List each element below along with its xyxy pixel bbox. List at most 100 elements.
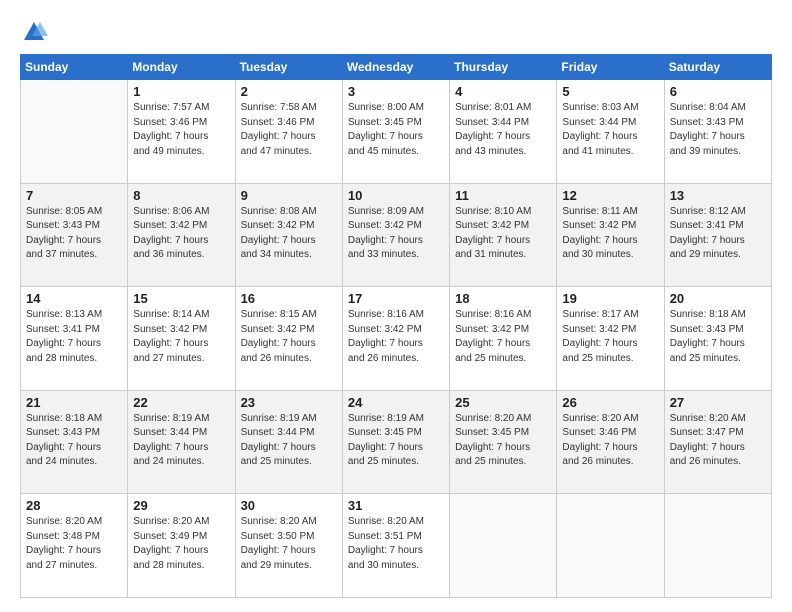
calendar-cell: 12 Sunrise: 8:11 AM Sunset: 3:42 PM Dayli…	[557, 183, 664, 287]
calendar-cell: 6 Sunrise: 8:04 AM Sunset: 3:43 PM Daylig…	[664, 80, 771, 184]
calendar-week-row: 14 Sunrise: 8:13 AM Sunset: 3:41 PM Dayli…	[21, 287, 772, 391]
day-number: 21	[26, 395, 122, 410]
day-number: 3	[348, 84, 444, 99]
calendar-cell: 1Sunrise: 7:57 AM Sunset: 3:46 PM Daylig…	[128, 80, 235, 184]
calendar-cell: 2 Sunrise: 7:58 AM Sunset: 3:46 PM Daylig…	[235, 80, 342, 184]
cell-info: Sunrise: 7:58 AM Sunset: 3:46 PM Dayligh…	[241, 101, 337, 159]
day-number: 27	[670, 395, 766, 410]
calendar-cell: 5Sunrise: 8:03 AM Sunset: 3:44 PM Daylig…	[557, 80, 664, 184]
day-number: 9	[241, 188, 337, 203]
cell-info: Sunrise: 8:13 AM Sunset: 3:41 PM Dayligh…	[26, 308, 122, 366]
calendar-cell: 21 Sunrise: 8:18 AM Sunset: 3:43 PM Dayli…	[21, 390, 128, 494]
day-number: 12	[562, 188, 658, 203]
calendar-header-row: SundayMondayTuesdayWednesdayThursdayFrid…	[21, 55, 772, 80]
cell-info: Sunrise: 8:20 AM Sunset: 3:49 PM Dayligh…	[133, 515, 229, 573]
cell-info: Sunrise: 8:18 AM Sunset: 3:43 PM Dayligh…	[26, 412, 122, 470]
cell-info: Sunrise: 8:20 AM Sunset: 3:50 PM Dayligh…	[241, 515, 337, 573]
calendar-cell: 8Sunrise: 8:06 AM Sunset: 3:42 PM Daylig…	[128, 183, 235, 287]
day-number: 4	[455, 84, 551, 99]
day-number: 7	[26, 188, 122, 203]
day-number: 29	[133, 498, 229, 513]
day-number: 14	[26, 291, 122, 306]
logo-icon	[20, 18, 48, 46]
day-number: 17	[348, 291, 444, 306]
calendar-cell: 3 Sunrise: 8:00 AM Sunset: 3:45 PM Daylig…	[342, 80, 449, 184]
day-number: 11	[455, 188, 551, 203]
day-header-sunday: Sunday	[21, 55, 128, 80]
cell-info: Sunrise: 8:20 AM Sunset: 3:51 PM Dayligh…	[348, 515, 444, 573]
cell-info: Sunrise: 8:20 AM Sunset: 3:46 PM Dayligh…	[562, 412, 658, 470]
calendar-cell	[557, 494, 664, 598]
cell-info: Sunrise: 8:20 AM Sunset: 3:45 PM Dayligh…	[455, 412, 551, 470]
calendar-cell: 23 Sunrise: 8:19 AM Sunset: 3:44 PM Dayli…	[235, 390, 342, 494]
cell-info: Sunrise: 8:11 AM Sunset: 3:42 PM Dayligh…	[562, 205, 658, 263]
calendar-cell: 28 Sunrise: 8:20 AM Sunset: 3:48 PM Dayli…	[21, 494, 128, 598]
cell-info: Sunrise: 8:00 AM Sunset: 3:45 PM Dayligh…	[348, 101, 444, 159]
day-number: 20	[670, 291, 766, 306]
calendar-cell	[450, 494, 557, 598]
day-number: 28	[26, 498, 122, 513]
header	[20, 18, 772, 46]
day-number: 30	[241, 498, 337, 513]
calendar-cell: 13 Sunrise: 8:12 AM Sunset: 3:41 PM Dayli…	[664, 183, 771, 287]
day-number: 6	[670, 84, 766, 99]
calendar-week-row: 1Sunrise: 7:57 AM Sunset: 3:46 PM Daylig…	[21, 80, 772, 184]
calendar-cell	[21, 80, 128, 184]
calendar-cell: 31 Sunrise: 8:20 AM Sunset: 3:51 PM Dayli…	[342, 494, 449, 598]
calendar-cell: 27 Sunrise: 8:20 AM Sunset: 3:47 PM Dayli…	[664, 390, 771, 494]
day-number: 31	[348, 498, 444, 513]
cell-info: Sunrise: 8:03 AM Sunset: 3:44 PM Dayligh…	[562, 101, 658, 159]
day-number: 16	[241, 291, 337, 306]
calendar-cell: 9Sunrise: 8:08 AM Sunset: 3:42 PM Daylig…	[235, 183, 342, 287]
calendar-cell: 11 Sunrise: 8:10 AM Sunset: 3:42 PM Dayli…	[450, 183, 557, 287]
day-number: 10	[348, 188, 444, 203]
calendar-cell: 10Sunrise: 8:09 AM Sunset: 3:42 PM Dayli…	[342, 183, 449, 287]
day-header-wednesday: Wednesday	[342, 55, 449, 80]
calendar-cell: 17 Sunrise: 8:16 AM Sunset: 3:42 PM Dayli…	[342, 287, 449, 391]
cell-info: Sunrise: 8:10 AM Sunset: 3:42 PM Dayligh…	[455, 205, 551, 263]
calendar-cell: 16 Sunrise: 8:15 AM Sunset: 3:42 PM Dayli…	[235, 287, 342, 391]
day-number: 25	[455, 395, 551, 410]
day-header-thursday: Thursday	[450, 55, 557, 80]
cell-info: Sunrise: 8:05 AM Sunset: 3:43 PM Dayligh…	[26, 205, 122, 263]
day-number: 19	[562, 291, 658, 306]
page: SundayMondayTuesdayWednesdayThursdayFrid…	[0, 0, 792, 612]
calendar-cell	[664, 494, 771, 598]
cell-info: Sunrise: 8:04 AM Sunset: 3:43 PM Dayligh…	[670, 101, 766, 159]
day-header-tuesday: Tuesday	[235, 55, 342, 80]
calendar-cell: 24Sunrise: 8:19 AM Sunset: 3:45 PM Dayli…	[342, 390, 449, 494]
cell-info: Sunrise: 8:06 AM Sunset: 3:42 PM Dayligh…	[133, 205, 229, 263]
cell-info: Sunrise: 8:01 AM Sunset: 3:44 PM Dayligh…	[455, 101, 551, 159]
day-number: 18	[455, 291, 551, 306]
calendar-week-row: 28 Sunrise: 8:20 AM Sunset: 3:48 PM Dayli…	[21, 494, 772, 598]
day-number: 13	[670, 188, 766, 203]
day-header-saturday: Saturday	[664, 55, 771, 80]
cell-info: Sunrise: 8:16 AM Sunset: 3:42 PM Dayligh…	[455, 308, 551, 366]
cell-info: Sunrise: 8:19 AM Sunset: 3:44 PM Dayligh…	[241, 412, 337, 470]
cell-info: Sunrise: 8:20 AM Sunset: 3:47 PM Dayligh…	[670, 412, 766, 470]
cell-info: Sunrise: 7:57 AM Sunset: 3:46 PM Dayligh…	[133, 101, 229, 159]
calendar-cell: 18 Sunrise: 8:16 AM Sunset: 3:42 PM Dayli…	[450, 287, 557, 391]
calendar-cell: 25 Sunrise: 8:20 AM Sunset: 3:45 PM Dayli…	[450, 390, 557, 494]
day-number: 22	[133, 395, 229, 410]
day-number: 23	[241, 395, 337, 410]
day-number: 26	[562, 395, 658, 410]
cell-info: Sunrise: 8:16 AM Sunset: 3:42 PM Dayligh…	[348, 308, 444, 366]
cell-info: Sunrise: 8:19 AM Sunset: 3:45 PM Dayligh…	[348, 412, 444, 470]
cell-info: Sunrise: 8:19 AM Sunset: 3:44 PM Dayligh…	[133, 412, 229, 470]
calendar-table: SundayMondayTuesdayWednesdayThursdayFrid…	[20, 54, 772, 598]
calendar-cell: 22 Sunrise: 8:19 AM Sunset: 3:44 PM Dayli…	[128, 390, 235, 494]
calendar-cell: 26 Sunrise: 8:20 AM Sunset: 3:46 PM Dayli…	[557, 390, 664, 494]
logo	[20, 18, 52, 46]
cell-info: Sunrise: 8:14 AM Sunset: 3:42 PM Dayligh…	[133, 308, 229, 366]
day-number: 2	[241, 84, 337, 99]
calendar-cell: 7 Sunrise: 8:05 AM Sunset: 3:43 PM Daylig…	[21, 183, 128, 287]
cell-info: Sunrise: 8:15 AM Sunset: 3:42 PM Dayligh…	[241, 308, 337, 366]
cell-info: Sunrise: 8:17 AM Sunset: 3:42 PM Dayligh…	[562, 308, 658, 366]
calendar-cell: 4 Sunrise: 8:01 AM Sunset: 3:44 PM Daylig…	[450, 80, 557, 184]
day-number: 15	[133, 291, 229, 306]
cell-info: Sunrise: 8:12 AM Sunset: 3:41 PM Dayligh…	[670, 205, 766, 263]
calendar-week-row: 7 Sunrise: 8:05 AM Sunset: 3:43 PM Daylig…	[21, 183, 772, 287]
cell-info: Sunrise: 8:20 AM Sunset: 3:48 PM Dayligh…	[26, 515, 122, 573]
cell-info: Sunrise: 8:18 AM Sunset: 3:43 PM Dayligh…	[670, 308, 766, 366]
